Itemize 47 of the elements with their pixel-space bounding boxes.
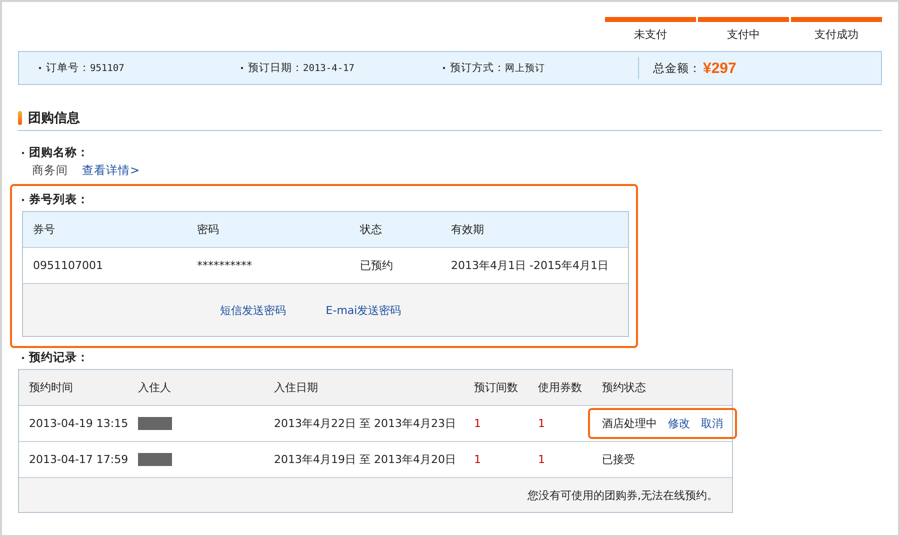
column-header: 使用券数 <box>538 380 583 395</box>
step-label: 支付中 <box>727 27 760 42</box>
column-header: 入住人 <box>138 380 172 395</box>
table-cell-text: 2013-04-19 13:15 <box>29 417 130 430</box>
details-link[interactable]: 查看详情> <box>82 163 140 178</box>
field-value: 网上预订 <box>505 62 545 74</box>
total-price: ¥297 <box>703 60 736 76</box>
field-value: 2013-4-17 <box>303 62 354 74</box>
table-cell-text: 1 <box>474 417 482 430</box>
total-label: 总金额： <box>653 60 701 76</box>
field-label: 团购名称： <box>29 145 89 160</box>
send-password-link[interactable]: 短信发送密码 <box>220 302 286 318</box>
table-cell-text: 2013年4月22日 至 2013年4月23日 <box>274 416 457 431</box>
section-title: 团购信息 <box>28 110 80 127</box>
table-cell-text: ********** <box>197 259 253 272</box>
table-cell-text: 0951107001 <box>33 259 104 272</box>
column-header: 入住日期 <box>274 380 319 395</box>
step-label: 未支付 <box>634 27 667 42</box>
field-label: 预订日期： <box>248 61 303 75</box>
action-link[interactable]: 修改 <box>668 416 690 431</box>
field-value: 951107 <box>90 62 124 74</box>
status-text: 酒店处理中 <box>602 416 657 431</box>
column-header: 预订间数 <box>474 380 519 395</box>
status-text: 已接受 <box>602 452 635 467</box>
section-marker-icon <box>18 111 22 125</box>
column-header: 密码 <box>197 222 220 237</box>
table-cell-text: 已预约 <box>360 258 394 273</box>
step-label: 支付成功 <box>814 27 858 42</box>
table-cell: 2013年4月1日 -2015年4月1日 <box>451 258 608 273</box>
table-cell-text: 1 <box>538 417 546 430</box>
action-link[interactable]: 取消 <box>701 416 723 431</box>
column-header: 预约时间 <box>29 380 74 395</box>
column-header: 券号 <box>33 222 56 237</box>
field-label: 预约记录： <box>29 350 89 365</box>
field-label: 预订方式： <box>450 61 505 75</box>
table-cell-text: 1 <box>474 453 482 466</box>
table-cell-text: 2013-04-17 17:59 <box>29 453 130 466</box>
notice-text: 您没有可使用的团购券,无法在线预约。 <box>528 488 718 502</box>
field-label: 券号列表： <box>29 192 89 207</box>
column-header: 有效期 <box>451 222 484 237</box>
deal-name: 商务间 <box>32 163 68 178</box>
table-cell-text: 2013年4月19日 至 2013年4月20日 <box>274 452 457 467</box>
column-header: 预约状态 <box>601 380 647 396</box>
field-label: 订单号： <box>46 61 90 75</box>
column-header: 状态 <box>360 222 383 237</box>
send-password-link[interactable]: E-mai发送密码 <box>326 302 402 318</box>
table-cell-text: 1 <box>538 453 546 466</box>
